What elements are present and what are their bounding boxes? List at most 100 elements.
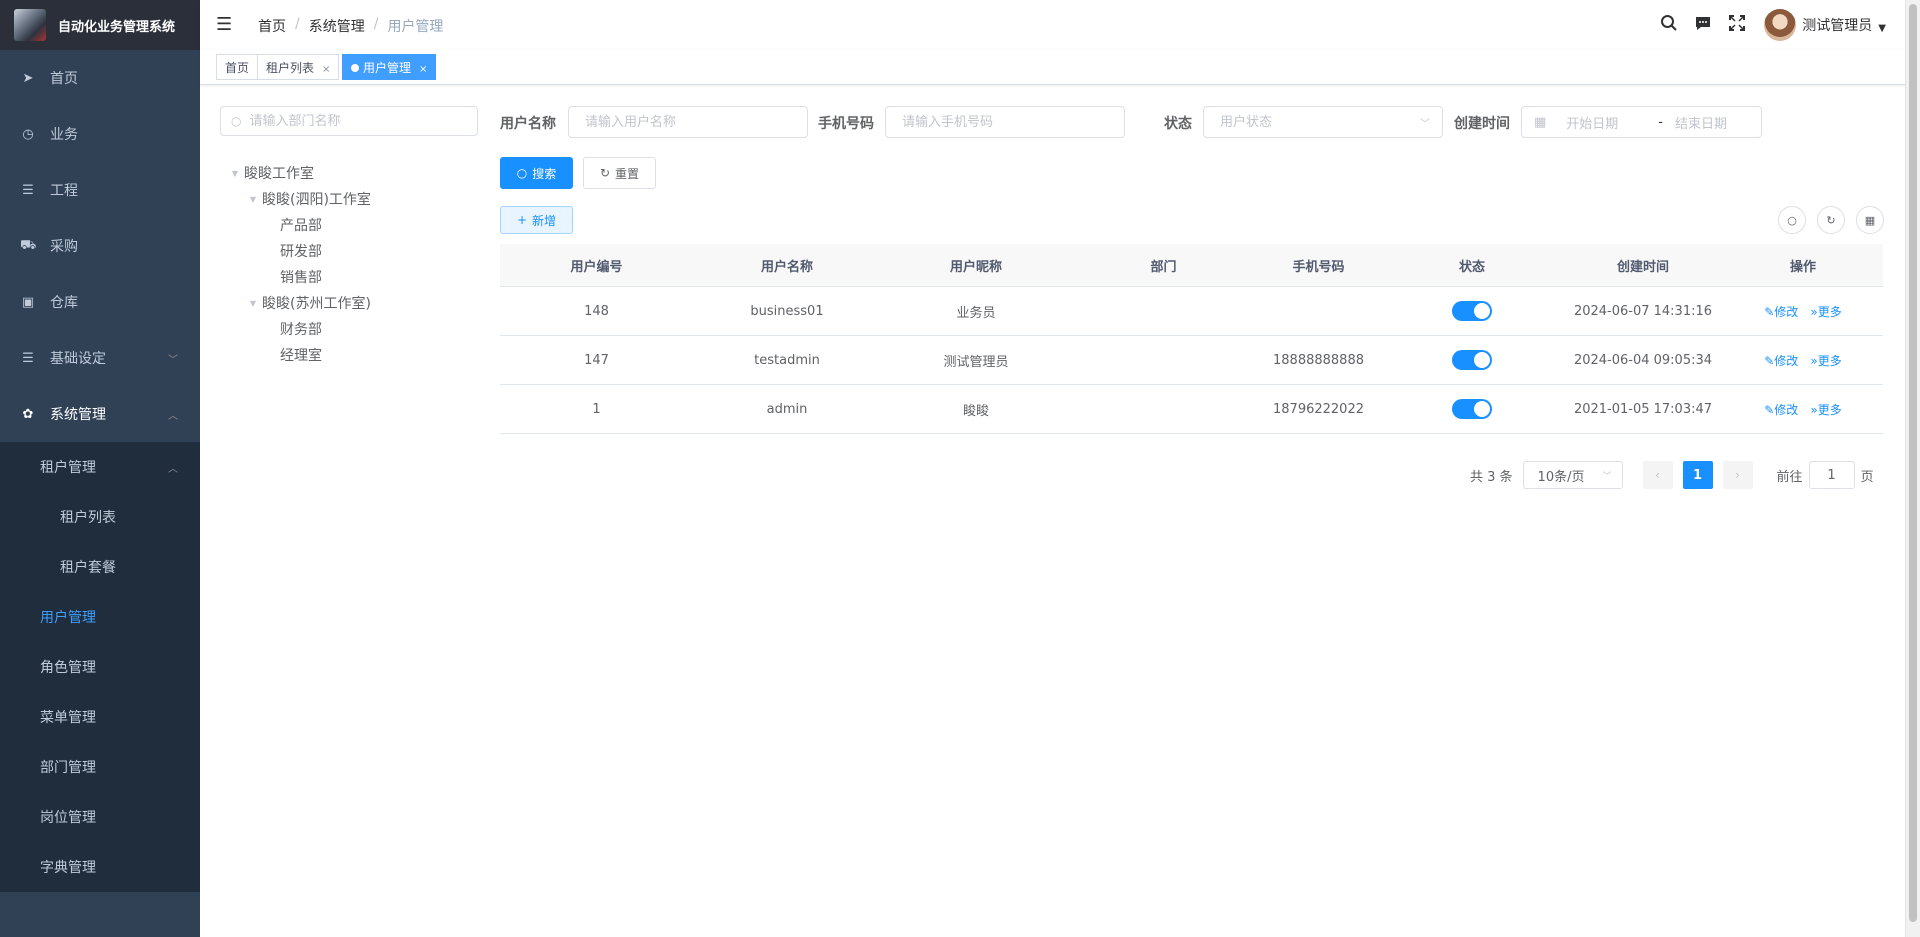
sidebar-item-engineering[interactable]: ☰ 工程 [0, 162, 200, 218]
username-input[interactable] [583, 113, 778, 131]
sidebar-item-purchase[interactable]: ⛟ 采购 [0, 218, 200, 274]
vertical-scrollbar[interactable] [1905, 0, 1920, 937]
columns-button[interactable]: ▦ [1856, 206, 1884, 234]
caret-down-icon[interactable]: ▼ [244, 195, 262, 204]
sidebar-item-post-management[interactable]: 岗位管理 [0, 792, 200, 842]
sidebar-item-tenant-package[interactable]: 租户套餐 [0, 542, 200, 592]
tree-node-label: 产品部 [280, 218, 322, 234]
table-row: 147 testadmin 测试管理员 18888888888 2024-06-… [500, 335, 1883, 385]
sidebar-item-business[interactable]: ◷ 业务 [0, 106, 200, 162]
fullscreen-icon[interactable] [1728, 14, 1746, 37]
tree-node-root[interactable]: ▼ 睃睃工作室 [226, 160, 371, 186]
sidebar-item-label: 租户管理 [40, 460, 96, 476]
tree-node-group[interactable]: ▼ 睃睃(泗阳)工作室 [226, 186, 371, 212]
avatar[interactable] [1764, 9, 1797, 41]
tree-node-leaf[interactable]: 销售部 [226, 264, 371, 290]
edit-link[interactable]: ✎修改 [1764, 403, 1798, 417]
table-header-row: 用户编号 用户名称 用户昵称 部门 手机号码 状态 创建时间 操作 [500, 244, 1883, 287]
status-switch[interactable] [1452, 399, 1492, 419]
start-date[interactable]: 开始日期 [1566, 113, 1646, 132]
sidebar-item-home[interactable]: ➤ 首页 [0, 50, 200, 106]
pagination-total: 共 3 条 [1470, 469, 1513, 485]
sliders-icon: ☰ [22, 350, 34, 366]
active-dot-icon [351, 64, 359, 72]
logo-image [14, 9, 46, 41]
sidebar-item-tenant-list[interactable]: 租户列表 [0, 492, 200, 542]
status-select[interactable]: ﹀ [1203, 106, 1443, 138]
goto-page-input[interactable]: 1 [1808, 461, 1855, 489]
date-range-picker[interactable]: ▦ 开始日期 - 结束日期 [1521, 106, 1762, 138]
edit-label: 修改 [1774, 353, 1799, 368]
caret-down-icon[interactable]: ▼ [226, 169, 244, 178]
edit-link[interactable]: ✎修改 [1764, 305, 1798, 319]
search-icon[interactable] [1660, 14, 1678, 37]
business-icon: ◷ [22, 126, 34, 142]
edit-icon: ✎ [1764, 402, 1775, 417]
toggle-search-button[interactable]: ○ [1778, 206, 1806, 234]
status-switch[interactable] [1452, 301, 1492, 321]
tree-node-leaf[interactable]: 财务部 [226, 316, 371, 342]
add-button-label: 新增 [532, 213, 557, 228]
sidebar-item-dict-management[interactable]: 字典管理 [0, 842, 200, 892]
sidebar-item-role-management[interactable]: 角色管理 [0, 642, 200, 692]
more-link[interactable]: »更多 [1810, 403, 1841, 417]
sidebar-item-system[interactable]: ✿ 系统管理 ︿ [0, 386, 200, 442]
more-link[interactable]: »更多 [1810, 305, 1841, 319]
status-switch[interactable] [1452, 350, 1492, 370]
tag-user-management[interactable]: 用户管理 × [342, 54, 437, 80]
cell-username: testadmin [693, 335, 881, 385]
caret-down-icon[interactable]: ▼ [244, 299, 262, 308]
search-icon: ○ [231, 114, 242, 128]
message-icon[interactable] [1694, 14, 1712, 37]
edit-link[interactable]: ✎修改 [1764, 354, 1798, 368]
goto-label: 前往 [1776, 469, 1803, 485]
page-size-select[interactable]: 10条/页 ﹀ [1522, 461, 1623, 489]
cell-created: 2021-01-05 17:03:47 [1563, 384, 1723, 434]
more-link[interactable]: »更多 [1810, 354, 1841, 368]
calendar-icon: ▦ [1534, 114, 1547, 130]
double-arrow-right-icon: » [1810, 402, 1818, 417]
tag-home[interactable]: 首页 [216, 54, 259, 80]
sidebar-item-menu-management[interactable]: 菜单管理 [0, 692, 200, 742]
add-button[interactable]: + 新增 [500, 206, 573, 234]
tree-node-leaf[interactable]: 产品部 [226, 212, 371, 238]
hamburger-icon[interactable]: ☰ [216, 14, 232, 35]
close-icon[interactable]: × [419, 64, 427, 75]
dept-search-input[interactable] [247, 112, 472, 130]
search-button[interactable]: ○ 搜索 [500, 157, 573, 189]
username[interactable]: 测试管理员 [1802, 15, 1872, 35]
tree-node-group[interactable]: ▼ 睃睃(苏州工作室) [226, 290, 371, 316]
logo[interactable]: 自动化业务管理系统 [0, 0, 200, 50]
dept-search-field[interactable]: ○ [220, 106, 478, 136]
close-icon[interactable]: × [322, 64, 330, 75]
caret-down-icon[interactable]: ▼ [1878, 23, 1886, 34]
paper-plane-icon: ➤ [22, 70, 34, 86]
navbar: ☰ 首页 / 系统管理 / 用户管理 测试管理员 ▼ [200, 0, 1906, 50]
sidebar-item-tenant[interactable]: 租户管理 ︿ [0, 442, 200, 492]
prev-page-button[interactable]: ‹ [1642, 461, 1673, 489]
phone-input[interactable] [900, 113, 1095, 131]
username-field[interactable] [568, 106, 808, 138]
sidebar-item-dept-management[interactable]: 部门管理 [0, 742, 200, 792]
reset-button[interactable]: ↻ 重置 [583, 157, 656, 189]
scrollbar-thumb[interactable] [1909, 4, 1917, 922]
status-select-input[interactable] [1218, 113, 1413, 131]
tag-tenant-list[interactable]: 租户列表 × [257, 54, 340, 80]
breadcrumb-item-home[interactable]: 首页 [258, 16, 286, 36]
reset-button-label: 重置 [615, 166, 640, 181]
next-page-button[interactable]: › [1722, 461, 1753, 489]
sidebar-item-warehouse[interactable]: ▣ 仓库 [0, 274, 200, 330]
sliders-icon: ☰ [22, 182, 34, 198]
sidebar-item-user-management[interactable]: 用户管理 [0, 592, 200, 642]
cell-username: admin [693, 384, 881, 434]
breadcrumb-item-system[interactable]: 系统管理 [309, 16, 365, 36]
search-icon: ○ [516, 166, 528, 180]
end-date[interactable]: 结束日期 [1675, 113, 1727, 132]
sidebar-item-basic-settings[interactable]: ☰ 基础设定 ﹀ [0, 330, 200, 386]
tree-node-label: 财务部 [280, 322, 322, 338]
tree-node-leaf[interactable]: 经理室 [226, 342, 371, 368]
page-number-button[interactable]: 1 [1682, 461, 1713, 489]
tree-node-leaf[interactable]: 研发部 [226, 238, 371, 264]
phone-field[interactable] [885, 106, 1125, 138]
refresh-button[interactable]: ↻ [1817, 206, 1845, 234]
